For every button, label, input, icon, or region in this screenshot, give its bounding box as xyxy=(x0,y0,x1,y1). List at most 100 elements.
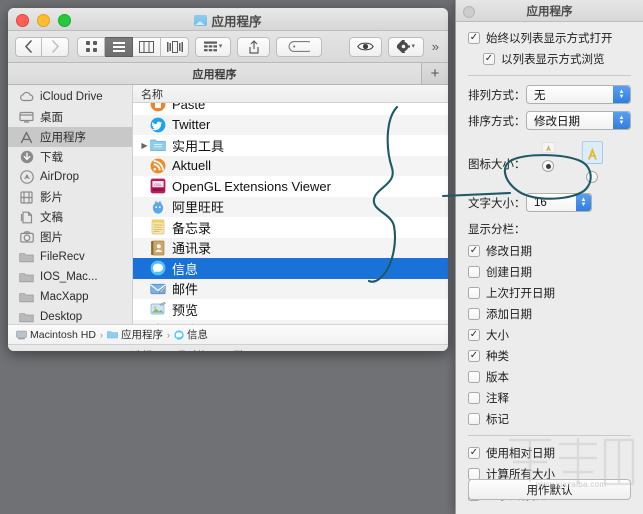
view-as-icons-button[interactable] xyxy=(77,36,105,57)
column-option-2[interactable]: 上次打开日期 xyxy=(468,285,631,301)
table-row[interactable]: 阿里旺旺 xyxy=(133,196,448,217)
checkbox[interactable] xyxy=(468,392,480,404)
column-option-6[interactable]: 版本 xyxy=(468,369,631,385)
stepper-arrows-icon[interactable]: ▲ ▼ xyxy=(576,194,591,211)
sidebar-item-label: 文稿 xyxy=(40,212,63,224)
view-options-panel: 应用程序 ✓ 始终以列表显示方式打开 ✓ 以列表显示方式浏览 排列方式： 无 ▲… xyxy=(455,0,643,514)
column-option-5[interactable]: ✓ 种类 xyxy=(468,348,631,364)
folder-icon xyxy=(19,250,34,264)
chevron-updown-icon[interactable]: ▲ ▼ xyxy=(613,112,630,129)
sidebar-item-2[interactable]: 应用程序 xyxy=(8,127,132,147)
finder-toolbar: ▾ ▾ » xyxy=(8,31,448,63)
option-always-open-in-list-view[interactable]: ✓ 始终以列表显示方式打开 xyxy=(468,30,631,46)
checkbox[interactable]: ✓ xyxy=(468,32,480,44)
chevron-right-icon xyxy=(51,40,59,53)
use-as-default-button[interactable]: 用作默认 xyxy=(468,479,631,500)
airdrop-icon xyxy=(19,170,34,184)
sidebar-item-11[interactable]: Desktop xyxy=(8,307,132,324)
file-name: Aktuell xyxy=(172,158,212,174)
table-row[interactable]: Aktuell xyxy=(133,155,448,176)
back-button[interactable] xyxy=(15,36,42,57)
tag-icon xyxy=(288,41,310,52)
table-row[interactable]: OGL OpenGL Extensions Viewer xyxy=(133,176,448,197)
table-row[interactable]: 预览 xyxy=(133,299,448,320)
table-row[interactable]: 备忘录 xyxy=(133,217,448,238)
sidebar-item-5[interactable]: 影片 xyxy=(8,187,132,207)
path-item-1[interactable]: 应用程序 xyxy=(107,327,163,342)
app-icon-large-preview xyxy=(581,141,603,164)
checkbox[interactable]: ✓ xyxy=(468,350,480,362)
icon-size-small-choice[interactable] xyxy=(526,140,570,172)
forward-button[interactable] xyxy=(42,36,69,57)
checkbox[interactable] xyxy=(468,308,480,320)
app-icon xyxy=(150,302,166,315)
tag-button[interactable] xyxy=(276,36,322,57)
view-options-body: ✓ 始终以列表显示方式打开 ✓ 以列表显示方式浏览 排列方式： 无 ▲ ▼ 排序方… xyxy=(456,22,643,503)
view-options-close-button[interactable] xyxy=(463,6,475,18)
sidebar-item-7[interactable]: 图片 xyxy=(8,227,132,247)
icon-size-large-choice[interactable] xyxy=(570,140,614,183)
checkbox[interactable]: ✓ xyxy=(468,447,480,459)
table-row[interactable]: Twitter xyxy=(133,114,448,135)
quick-look-button[interactable] xyxy=(348,36,382,57)
extra-option-0[interactable]: ✓ 使用相对日期 xyxy=(468,445,631,461)
table-row[interactable]: 信息 xyxy=(133,258,448,279)
path-item-0[interactable]: Macintosh HD xyxy=(16,329,96,341)
arrange-icon xyxy=(203,41,217,51)
column-option-7[interactable]: 注释 xyxy=(468,390,631,406)
checkbox[interactable] xyxy=(468,266,480,278)
table-row[interactable]: 邮件 xyxy=(133,278,448,299)
table-row[interactable]: ▶ 实用工具 xyxy=(133,135,448,156)
sidebar-item-label: 下载 xyxy=(40,152,63,164)
radio-large[interactable] xyxy=(586,171,598,183)
action-menu-button[interactable]: ▾ xyxy=(387,36,424,57)
arrange-by-select[interactable]: 无 ▲ ▼ xyxy=(526,85,631,104)
status-text: 选择了 1 项（共 216 项），75.81 GB 可用 xyxy=(132,348,325,352)
sort-by-select[interactable]: 修改日期 ▲ ▼ xyxy=(526,111,631,130)
column-option-0[interactable]: ✓ 修改日期 xyxy=(468,243,631,259)
column-option-1[interactable]: 创建日期 xyxy=(468,264,631,280)
toolbar-overflow-button[interactable]: » xyxy=(430,39,441,54)
path-bar[interactable]: Macintosh HD › 应用程序 › 信息 xyxy=(8,324,448,344)
arrange-button[interactable]: ▾ xyxy=(195,36,231,57)
sort-by-value: 修改日期 xyxy=(534,115,580,128)
share-button[interactable] xyxy=(237,36,270,57)
view-as-list-button[interactable] xyxy=(105,36,133,57)
desktop-icon xyxy=(19,110,34,124)
checkbox[interactable] xyxy=(468,287,480,299)
chevron-updown-icon[interactable]: ▲ ▼ xyxy=(613,86,630,103)
path-item-2[interactable]: 信息 xyxy=(174,327,208,342)
sidebar-item-1[interactable]: 桌面 xyxy=(8,107,132,127)
table-row[interactable]: 照片 xyxy=(133,319,448,324)
column-option-4[interactable]: ✓ 大小 xyxy=(468,327,631,343)
tab-applications[interactable]: 应用程序 xyxy=(8,63,422,84)
option-label: 大小 xyxy=(486,330,509,342)
checkbox[interactable]: ✓ xyxy=(468,245,480,257)
sidebar-item-3[interactable]: 下载 xyxy=(8,147,132,167)
sidebar-item-9[interactable]: IOS_Mac... xyxy=(8,267,132,287)
disclosure-triangle-icon[interactable]: ▶ xyxy=(139,141,150,150)
sidebar-item-0[interactable]: iCloud Drive xyxy=(8,87,132,107)
table-row[interactable]: Paste xyxy=(133,103,448,115)
add-tab-button[interactable]: + xyxy=(422,63,448,84)
sidebar-item-8[interactable]: FileRecv xyxy=(8,247,132,267)
text-size-stepper[interactable]: 16 ▲ ▼ xyxy=(526,193,592,212)
file-list[interactable]: Paste Twitter ▶ 实用工具 Aktuell OGL OpenGL Extens… xyxy=(133,103,448,324)
checkbox[interactable]: ✓ xyxy=(468,329,480,341)
option-browse-in-list-view[interactable]: ✓ 以列表显示方式浏览 xyxy=(468,51,631,67)
sidebar-item-label: Desktop xyxy=(40,311,83,323)
sidebar-item-6[interactable]: 文稿 xyxy=(8,207,132,227)
column-option-8[interactable]: 标记 xyxy=(468,411,631,427)
checkbox[interactable]: ✓ xyxy=(483,53,495,65)
sidebar-item-10[interactable]: MacXapp xyxy=(8,287,132,307)
sidebar-item-label: MacXapp xyxy=(40,291,89,303)
checkbox[interactable] xyxy=(468,413,480,425)
sidebar-item-4[interactable]: AirDrop xyxy=(8,167,132,187)
checkbox[interactable] xyxy=(468,371,480,383)
table-row[interactable]: 通讯录 xyxy=(133,237,448,258)
column-option-3[interactable]: 添加日期 xyxy=(468,306,631,322)
radio-small[interactable] xyxy=(542,160,554,172)
view-as-coverflow-button[interactable] xyxy=(161,36,189,57)
view-as-columns-button[interactable] xyxy=(133,36,161,57)
icon-size-label: 图标大小： xyxy=(468,159,526,171)
